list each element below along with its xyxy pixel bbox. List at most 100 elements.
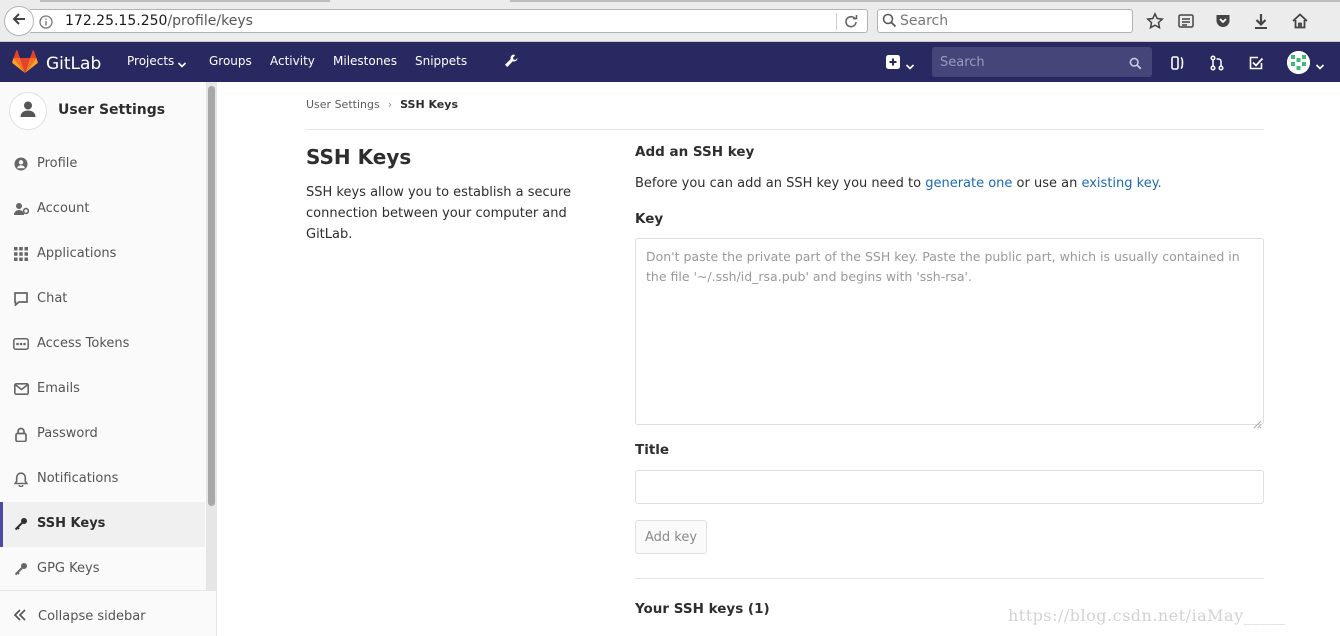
browser-search-input[interactable] — [900, 11, 1125, 31]
nav-groups[interactable]: Groups — [209, 54, 252, 68]
sidebar-item-label: GPG Keys — [37, 561, 100, 576]
title-input[interactable] — [635, 470, 1264, 504]
sidebar-item-label: Account — [37, 201, 90, 216]
plus-square-icon[interactable] — [885, 54, 901, 74]
sidebar-item-ssh-keys[interactable]: SSH Keys — [0, 502, 205, 547]
add-key-button[interactable]: Add key — [635, 520, 707, 554]
account-gears-icon — [13, 201, 29, 217]
sidebar-item-emails[interactable]: Emails — [0, 367, 205, 412]
user-avatar[interactable] — [1287, 51, 1310, 74]
tab-strip-edge — [40, 0, 330, 2]
ssh-intro-text: Before you can add an SSH key you need t… — [635, 176, 1162, 191]
collapse-sidebar-button[interactable]: Collapse sidebar — [0, 590, 216, 636]
bookmark-star-icon[interactable] — [1145, 11, 1165, 31]
chat-icon — [13, 291, 29, 307]
sidebar-item-gpg-keys[interactable]: GPG Keys — [0, 547, 205, 592]
pocket-icon[interactable] — [1213, 11, 1233, 31]
breadcrumb-parent-link[interactable]: User Settings — [306, 98, 380, 111]
sidebar-item-label: SSH Keys — [37, 516, 106, 531]
page-description: SSH keys allow you to establish a secure… — [306, 185, 571, 242]
info-icon[interactable] — [39, 14, 53, 33]
double-chevron-left-icon — [13, 607, 27, 626]
lock-icon — [13, 426, 29, 442]
sidebar-toggle-icon[interactable] — [1169, 54, 1187, 72]
section-divider — [635, 578, 1264, 579]
gitlab-brand-text: GitLab — [46, 54, 102, 74]
gitlab-brand[interactable]: GitLab — [12, 50, 101, 78]
download-icon[interactable] — [1251, 11, 1271, 31]
breadcrumb-current[interactable]: SSH Keys — [400, 98, 458, 111]
sidebar-item-notifications[interactable]: Notifications — [0, 457, 205, 502]
sidebar-item-label: Notifications — [37, 471, 119, 486]
back-button[interactable] — [4, 6, 34, 36]
ellipsis-box-icon — [13, 336, 29, 352]
sidebar-item-applications[interactable]: Applications — [0, 232, 205, 277]
nav-milestones[interactable]: Milestones — [333, 54, 397, 68]
sidebar-item-profile[interactable]: Profile — [0, 142, 205, 187]
settings-sidebar: User Settings Profile Account Applicatio… — [0, 82, 217, 636]
sidebar-item-password[interactable]: Password — [0, 412, 205, 457]
breadcrumb: User Settings › SSH Keys — [306, 98, 458, 111]
existing-key-link[interactable]: existing key. — [1081, 176, 1161, 191]
sidebar-item-label: Applications — [37, 246, 117, 261]
arrow-left-icon — [11, 11, 27, 31]
chevron-down-icon[interactable] — [905, 57, 915, 76]
page-title: SSH Keys — [306, 145, 412, 169]
gitlab-logo-icon — [12, 50, 38, 78]
gitlab-search-input[interactable] — [940, 53, 1120, 71]
chevron-down-icon[interactable] — [1315, 57, 1325, 76]
envelope-icon — [13, 381, 29, 397]
sidebar-header[interactable]: User Settings — [0, 82, 205, 138]
gitlab-search-box[interactable] — [932, 47, 1152, 77]
tab-strip-edge — [510, 0, 1340, 2]
nav-activity[interactable]: Activity — [270, 54, 315, 68]
sidebar-scrollbar-thumb[interactable] — [208, 86, 215, 506]
todo-check-icon[interactable] — [1247, 54, 1265, 72]
browser-toolbar: 172.25.15.250/profile/keys — [0, 0, 1340, 42]
user-icon — [18, 99, 38, 123]
sidebar-item-label: Access Tokens — [37, 336, 130, 351]
reload-icon[interactable] — [843, 13, 859, 33]
sidebar-item-label: Password — [37, 426, 98, 441]
sidebar-title: User Settings — [58, 102, 166, 118]
intro-text: or use an — [1012, 176, 1082, 191]
merge-request-icon[interactable] — [1208, 54, 1226, 72]
sidebar-item-access-tokens[interactable]: Access Tokens — [0, 322, 205, 367]
url-divider — [836, 13, 837, 30]
user-settings-avatar — [9, 92, 47, 130]
sidebar-item-label: Profile — [37, 156, 78, 171]
url-path: /profile/keys — [167, 13, 253, 29]
watermark-text: https://blog.csdn.net/iaMay_____ — [1008, 606, 1287, 625]
home-icon[interactable] — [1290, 11, 1310, 31]
ssh-key-textarea[interactable] — [635, 238, 1264, 425]
search-icon — [1129, 55, 1142, 74]
bell-icon — [13, 471, 29, 487]
search-icon — [882, 13, 897, 32]
chevron-right-icon: › — [387, 98, 393, 111]
sidebar-item-label: Emails — [37, 381, 80, 396]
nav-projects[interactable]: Projects — [127, 54, 174, 68]
header-divider — [306, 129, 1264, 130]
address-bar[interactable]: 172.25.15.250/profile/keys — [30, 9, 868, 33]
url-host: 172.25.15.250 — [65, 13, 168, 29]
sidebar-scrollbar[interactable] — [206, 82, 217, 590]
add-ssh-key-heading: Add an SSH key — [635, 144, 755, 160]
key-label: Key — [635, 211, 664, 227]
sidebar-item-label: Chat — [37, 291, 68, 306]
intro-text: Before you can add an SSH key you need t… — [635, 176, 926, 191]
reading-list-icon[interactable] — [1176, 11, 1196, 31]
your-ssh-keys-heading: Your SSH keys (1) — [635, 601, 770, 617]
sidebar-item-chat[interactable]: Chat — [0, 277, 205, 322]
url-text[interactable]: 172.25.15.250/profile/keys — [65, 13, 253, 29]
wrench-icon[interactable] — [503, 53, 519, 73]
nav-snippets[interactable]: Snippets — [415, 54, 467, 68]
grid-icon — [13, 246, 29, 262]
browser-search-box[interactable] — [877, 9, 1133, 33]
chevron-down-icon[interactable] — [177, 55, 187, 74]
resize-grip-icon[interactable] — [1253, 414, 1262, 433]
generate-one-link[interactable]: generate one — [925, 176, 1012, 191]
key-icon — [13, 561, 29, 577]
gitlab-top-nav: GitLab Projects Groups Activity Mileston… — [0, 42, 1340, 82]
sidebar-item-account[interactable]: Account — [0, 187, 205, 232]
key-icon — [13, 516, 29, 532]
